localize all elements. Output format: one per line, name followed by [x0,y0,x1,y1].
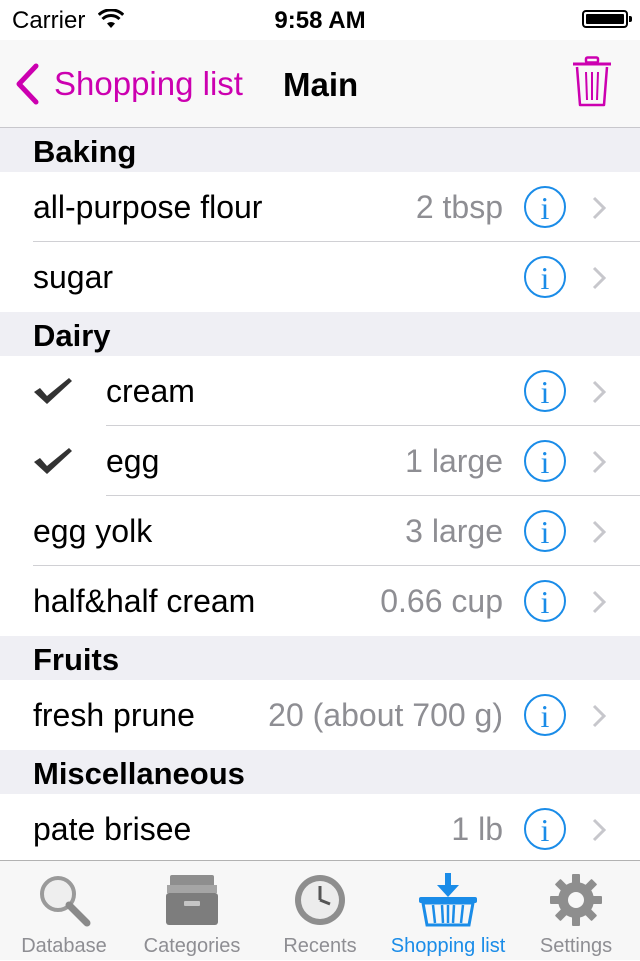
item-name: pate brisee [33,811,192,847]
tab-label: Recents [283,935,357,957]
list-item[interactable]: egg 1 large i [0,426,640,496]
chevron-right-icon [592,266,607,295]
section-header-baking: Baking [0,128,640,172]
checkmark-icon [32,446,74,481]
section-header-fruits: Fruits [0,636,640,680]
drawer-icon [128,873,256,927]
status-bar: Carrier 9:58 AM [0,0,640,40]
tab-database[interactable]: Database [0,861,128,961]
back-button[interactable]: Shopping list [14,60,243,108]
magnifier-icon [0,873,128,927]
item-quantity: 1 large [405,443,503,479]
info-button[interactable]: i [524,808,566,850]
tab-recents[interactable]: Recents [256,861,384,961]
chevron-right-icon [592,196,607,225]
basket-icon [384,873,512,929]
page-title: Main [283,66,359,103]
info-button[interactable]: i [524,694,566,736]
tab-label: Categories [143,935,241,957]
navigation-bar: Shopping list Main [0,40,640,128]
item-name: egg yolk [33,513,153,549]
item-quantity: 20 (about 700 g) [268,697,503,733]
list-item[interactable]: cream i [0,356,640,426]
info-button[interactable]: i [524,580,566,622]
item-name: egg [106,443,160,479]
chevron-right-icon [592,818,607,847]
battery-icon [582,10,632,28]
tab-categories[interactable]: Categories [128,861,256,961]
list-item[interactable]: pate brisee 1 lb i [0,794,640,860]
item-quantity: 0.66 cup [380,583,503,619]
list-item[interactable]: half&half cream 0.66 cup i [0,566,640,636]
tab-label: Shopping list [390,935,506,957]
chevron-right-icon [592,450,607,479]
item-quantity: 3 large [405,513,503,549]
info-button[interactable]: i [524,370,566,412]
item-name: half&half cream [33,583,256,619]
item-name: cream [106,373,195,409]
trash-icon [573,56,611,107]
chevron-right-icon [592,704,607,733]
item-name: sugar [33,259,114,295]
chevron-right-icon [592,520,607,549]
info-button[interactable]: i [524,440,566,482]
tab-bar: Database Categories Recents Shopping lis… [0,860,640,960]
clock-icon [256,873,384,927]
info-button[interactable]: i [524,186,566,228]
info-button[interactable]: i [524,256,566,298]
info-button[interactable]: i [524,510,566,552]
item-name: all-purpose flour [33,189,263,225]
tab-shopping-list[interactable]: Shopping list [384,861,512,961]
tab-label: Settings [539,935,613,957]
list-item[interactable]: all-purpose flour 2 tbsp i [0,172,640,242]
section-header-miscellaneous: Miscellaneous [0,750,640,794]
status-time: 9:58 AM [274,7,366,34]
tab-label: Database [21,935,107,957]
chevron-right-icon [592,590,607,619]
gear-icon [512,873,640,927]
shopping-list-table[interactable]: Baking all-purpose flour 2 tbsp i sugar … [0,128,640,860]
list-item[interactable]: egg yolk 3 large i [0,496,640,566]
trash-button[interactable] [572,56,612,113]
section-header-dairy: Dairy [0,312,640,356]
item-name: fresh prune [33,697,195,733]
item-quantity: 1 lb [451,811,503,847]
back-button-label: Shopping list [54,65,243,102]
chevron-left-icon [16,63,39,105]
tab-settings[interactable]: Settings [512,861,640,961]
list-item[interactable]: sugar i [0,242,640,312]
item-quantity: 2 tbsp [415,189,503,225]
checkmark-icon [32,376,74,411]
chevron-right-icon [592,380,607,409]
list-item[interactable]: fresh prune 20 (about 700 g) i [0,680,640,750]
